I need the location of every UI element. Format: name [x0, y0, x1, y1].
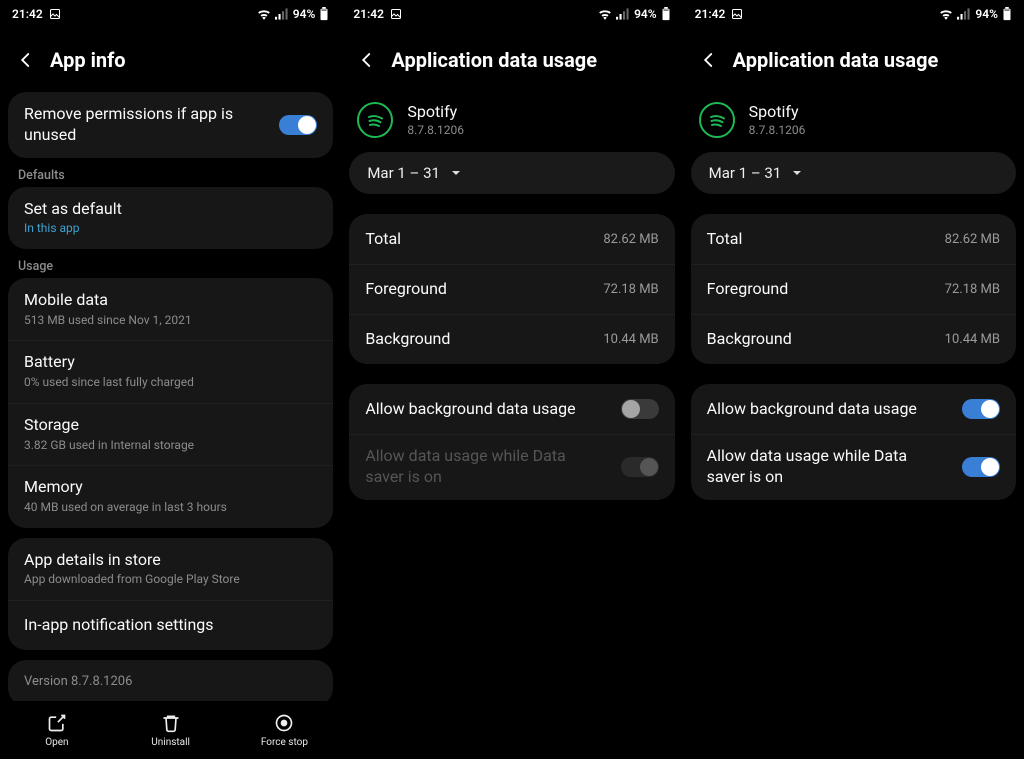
page-title: Application data usage: [733, 48, 939, 72]
back-button[interactable]: [699, 50, 719, 70]
status-time: 21:42: [12, 7, 43, 21]
open-button[interactable]: Open: [17, 713, 97, 748]
usage-section-label: Usage: [0, 249, 341, 278]
remove-permissions-toggle[interactable]: [279, 115, 317, 135]
app-version: 8.7.8.1206: [407, 123, 464, 139]
inapp-notification-row[interactable]: In-app notification settings: [8, 600, 333, 650]
allow-data-saver-row: Allow data usage while Data saver is on: [349, 434, 674, 500]
trash-icon: [161, 713, 181, 733]
total-row: Total 82.62 MB: [691, 214, 1016, 264]
status-bar: 21:42 94%: [0, 0, 341, 28]
back-button[interactable]: [357, 50, 377, 70]
version-row: Version 8.7.8.1206: [8, 660, 333, 706]
app-identity-row: Spotify 8.7.8.1206: [341, 92, 682, 148]
page-title: Application data usage: [391, 48, 597, 72]
battery-icon: [1002, 7, 1012, 21]
status-battery-pct: 94%: [634, 7, 657, 21]
background-row: Background 10.44 MB: [349, 314, 674, 364]
storage-row[interactable]: Storage 3.82 GB used in Internal storage: [8, 403, 333, 465]
app-version: 8.7.8.1206: [749, 123, 806, 139]
signal-icon: [616, 8, 630, 20]
date-range-label: Mar 1 – 31: [367, 164, 440, 182]
remove-permissions-label: Remove permissions if app is unused: [24, 104, 279, 146]
wifi-icon: [598, 8, 612, 20]
allow-data-saver-toggle: [621, 457, 659, 477]
allow-data-saver-label: Allow data usage while Data saver is on: [365, 446, 605, 488]
status-time: 21:42: [353, 7, 384, 21]
pane-data-usage-off: 21:42 94% Appli: [341, 0, 682, 759]
chevron-down-icon: [450, 167, 462, 179]
status-bar: 21:42 94%: [683, 0, 1024, 28]
battery-row[interactable]: Battery 0% used since last fully charged: [8, 340, 333, 402]
allow-background-row[interactable]: Allow background data usage: [349, 384, 674, 434]
date-range-dropdown[interactable]: Mar 1 – 31: [349, 152, 674, 194]
background-row: Background 10.44 MB: [691, 314, 1016, 364]
allow-background-toggle[interactable]: [962, 399, 1000, 419]
date-range-dropdown[interactable]: Mar 1 – 31: [691, 152, 1016, 194]
image-icon: [731, 8, 743, 20]
status-bar: 21:42 94%: [341, 0, 682, 28]
pane-app-info: 21:42 94% App i: [0, 0, 341, 759]
app-identity-row: Spotify 8.7.8.1206: [683, 92, 1024, 148]
set-default-label: Set as default: [24, 199, 122, 220]
defaults-section-label: Defaults: [0, 158, 341, 187]
allow-background-label: Allow background data usage: [365, 399, 575, 420]
wifi-icon: [939, 8, 953, 20]
chevron-down-icon: [791, 167, 803, 179]
app-details-row[interactable]: App details in store App downloaded from…: [8, 538, 333, 600]
back-button[interactable]: [16, 50, 36, 70]
force-stop-label: Force stop: [261, 737, 308, 748]
signal-icon: [275, 8, 289, 20]
allow-background-toggle[interactable]: [621, 399, 659, 419]
force-stop-button[interactable]: Force stop: [244, 713, 324, 748]
foreground-row: Foreground 72.18 MB: [349, 264, 674, 314]
page-title: App info: [50, 48, 126, 72]
memory-row[interactable]: Memory 40 MB used on average in last 3 h…: [8, 465, 333, 527]
image-icon: [49, 8, 61, 20]
remove-permissions-row[interactable]: Remove permissions if app is unused: [8, 92, 333, 158]
total-row: Total 82.62 MB: [349, 214, 674, 264]
status-time: 21:42: [695, 7, 726, 21]
wifi-icon: [257, 8, 271, 20]
bottom-actions: Open Uninstall Force stop: [0, 701, 341, 759]
status-battery-pct: 94%: [975, 7, 998, 21]
spotify-icon: [699, 102, 735, 138]
set-default-sub: In this app: [24, 221, 80, 237]
battery-icon: [319, 7, 329, 21]
app-name: Spotify: [407, 102, 464, 123]
date-range-label: Mar 1 – 31: [709, 164, 782, 182]
allow-data-saver-label: Allow data usage while Data saver is on: [707, 446, 947, 488]
pane-data-usage-on: 21:42 94% Appli: [683, 0, 1024, 759]
allow-background-row[interactable]: Allow background data usage: [691, 384, 1016, 434]
force-stop-icon: [274, 713, 294, 733]
signal-icon: [957, 8, 971, 20]
version-text: Version 8.7.8.1206: [24, 674, 132, 691]
set-default-row[interactable]: Set as default In this app: [8, 187, 333, 249]
open-label: Open: [45, 737, 68, 748]
open-icon: [47, 713, 67, 733]
allow-data-saver-toggle[interactable]: [962, 457, 1000, 477]
uninstall-button[interactable]: Uninstall: [131, 713, 211, 748]
mobile-data-row[interactable]: Mobile data 513 MB used since Nov 1, 202…: [8, 278, 333, 340]
foreground-row: Foreground 72.18 MB: [691, 264, 1016, 314]
uninstall-label: Uninstall: [151, 737, 190, 748]
app-name: Spotify: [749, 102, 806, 123]
battery-icon: [661, 7, 671, 21]
image-icon: [390, 8, 402, 20]
allow-background-label: Allow background data usage: [707, 399, 917, 420]
spotify-icon: [357, 102, 393, 138]
allow-data-saver-row[interactable]: Allow data usage while Data saver is on: [691, 434, 1016, 500]
status-battery-pct: 94%: [293, 7, 316, 21]
